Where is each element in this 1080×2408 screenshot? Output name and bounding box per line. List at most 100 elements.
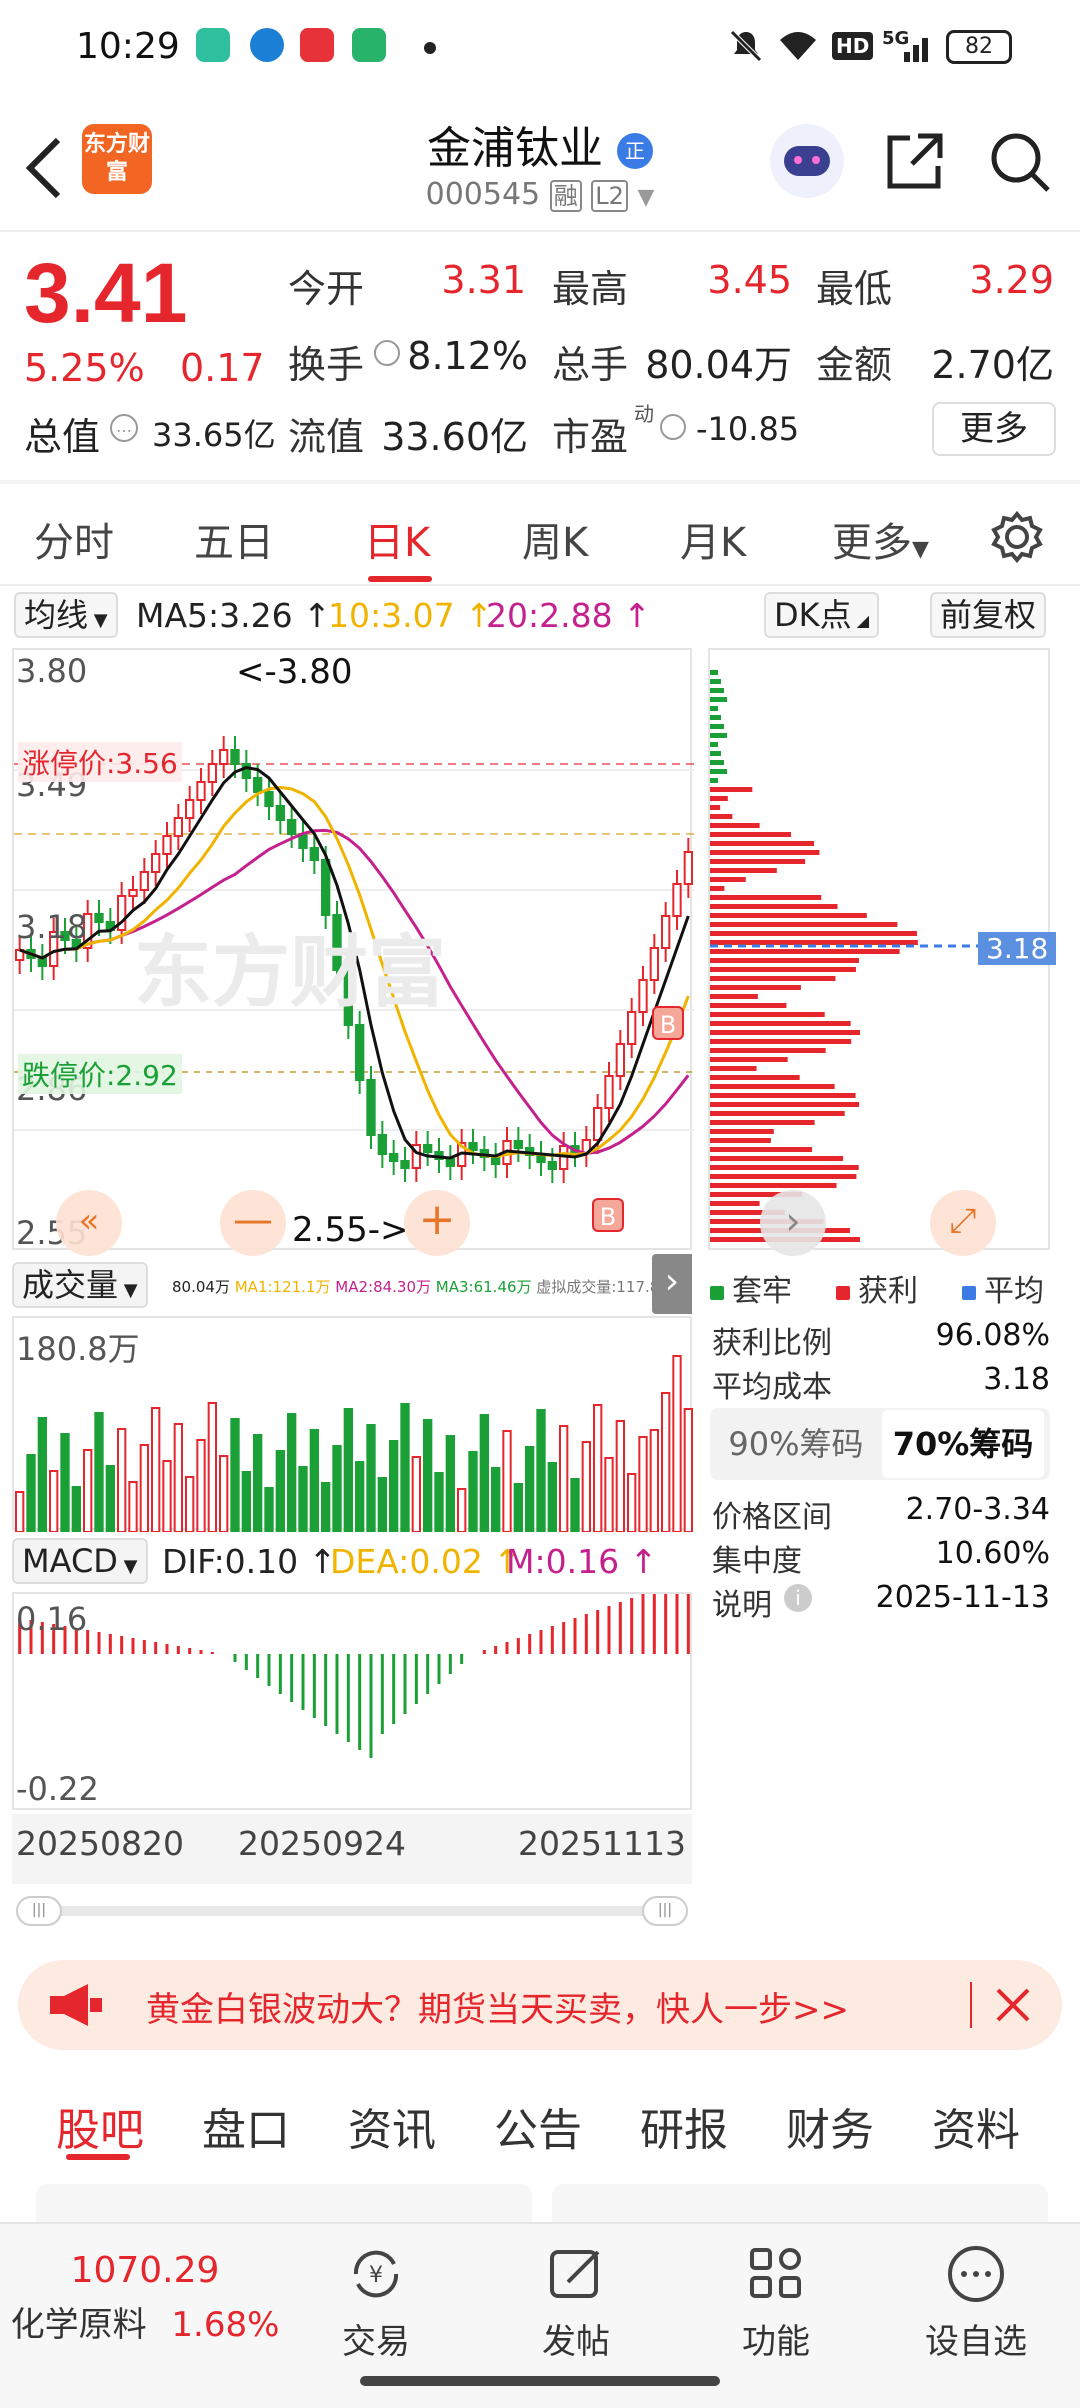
add-watchlist-button[interactable]: 设自选 xyxy=(906,2244,1046,2363)
volume-bar xyxy=(400,1403,410,1533)
share-icon[interactable] xyxy=(882,130,946,194)
post-button[interactable]: 发帖 xyxy=(506,2244,646,2363)
macd-chart[interactable]: 0.16 -0.22 xyxy=(12,1578,692,1810)
volume-bar xyxy=(241,1471,252,1533)
signal-icon xyxy=(904,38,928,62)
price-range-value: 2.70-3.34 xyxy=(905,1492,1050,1527)
ai-assistant-icon[interactable] xyxy=(770,124,844,198)
sector-index[interactable]: 1070.29 化学原料 1.68% xyxy=(0,2250,290,2346)
chip-bar xyxy=(710,967,856,972)
chip-bar xyxy=(710,1156,844,1161)
chip-bar xyxy=(710,1147,813,1152)
volume-bar xyxy=(321,1482,331,1533)
search-icon[interactable] xyxy=(988,130,1052,194)
volume-max-label: 180.8万 xyxy=(16,1330,140,1368)
tab-five-day[interactable]: 五日 xyxy=(194,510,274,568)
tab-announcements[interactable]: 公告 xyxy=(494,2094,582,2158)
feed-card-right[interactable] xyxy=(552,2184,1048,2224)
volume-bar xyxy=(672,1355,682,1533)
close-icon[interactable] xyxy=(992,1984,1034,2026)
ma20-text: 20:2.88 xyxy=(486,596,613,635)
expand-icon[interactable]: ⤢ xyxy=(930,1190,996,1256)
market-cap-label: 总值 xyxy=(24,415,101,459)
volume-bar xyxy=(139,1444,149,1533)
volume-bar xyxy=(411,1456,421,1533)
range-scrollbar[interactable]: ||| ||| xyxy=(16,1896,688,1926)
yuan-exchange-icon: ¥ xyxy=(353,2250,399,2298)
chip-90-button[interactable]: 90%筹码 xyxy=(716,1410,876,1478)
status-bar: 10:29 HD 5G 82 xyxy=(0,0,1080,96)
volume-selector[interactable]: 成交量 ▼ xyxy=(12,1262,148,1308)
tab-more[interactable]: 更多▼ xyxy=(832,510,929,568)
volume-bar xyxy=(219,1455,229,1533)
volume-bar xyxy=(536,1409,546,1533)
volume-chart[interactable]: 180.8万 xyxy=(12,1316,694,1533)
y-label-3: 3.18 xyxy=(16,908,88,946)
chip-70-button[interactable]: 70%筹码 xyxy=(882,1410,1044,1478)
legend-profit-label: 获利 xyxy=(858,1274,918,1309)
tab-weekly-k[interactable]: 周K xyxy=(522,510,588,568)
volume-selector-label: 成交量 xyxy=(22,1266,119,1304)
tab-news[interactable]: 资讯 xyxy=(348,2094,436,2158)
volume-label: 总手 xyxy=(552,343,629,387)
add-watchlist-label: 设自选 xyxy=(925,2322,1027,2362)
volume-bar xyxy=(638,1436,648,1533)
chip-next-icon[interactable]: › xyxy=(760,1190,826,1256)
feed-card-left[interactable] xyxy=(36,2184,532,2224)
kline-chart[interactable]: 东方财富 3.80 3.49 3.18 2.86 2.55 涨停价:3.56 跌… xyxy=(12,648,694,1256)
trade-button[interactable]: ¥ 交易 xyxy=(306,2244,446,2363)
ma-selector[interactable]: 均线 ▼ xyxy=(14,592,118,638)
legend-average-label: 平均 xyxy=(984,1274,1044,1309)
note-date-value: 2025-11-13 xyxy=(875,1580,1050,1615)
candle-body xyxy=(627,1011,637,1045)
zoom-out-button[interactable]: — xyxy=(220,1190,286,1256)
range-handle-right[interactable]: ||| xyxy=(642,1896,688,1926)
volume-bar xyxy=(389,1440,399,1533)
chip-bar xyxy=(710,814,733,819)
tab-daily-k[interactable]: 日K xyxy=(364,510,430,568)
zoom-in-button[interactable]: + xyxy=(404,1190,470,1256)
tab-profile[interactable]: 资料 xyxy=(932,2094,1020,2158)
functions-button[interactable]: 功能 xyxy=(706,2244,846,2363)
tab-financials[interactable]: 财务 xyxy=(786,2094,874,2158)
volume-bar xyxy=(491,1467,501,1533)
pe-info-icon[interactable] xyxy=(660,414,686,440)
change-amount: 0.17 xyxy=(180,346,265,390)
buy-marker-2[interactable]: B xyxy=(592,1198,624,1232)
macd-selector[interactable]: MACD ▼ xyxy=(12,1538,148,1584)
tab-monthly-k[interactable]: 月K xyxy=(680,510,746,568)
tab-research[interactable]: 研报 xyxy=(640,2094,728,2158)
settings-gear-icon[interactable] xyxy=(990,510,1044,564)
market-cap-value: 33.65亿 xyxy=(152,416,276,454)
info-icon[interactable]: … xyxy=(110,414,138,442)
ma5-text: MA5:3.26 xyxy=(136,596,293,635)
chip-distribution-chart[interactable]: 3.18 › ⤢ xyxy=(708,648,1057,1256)
dk-point-button[interactable]: DK点 ◢ xyxy=(764,592,880,638)
adjust-button[interactable]: 前复权 xyxy=(930,592,1047,638)
scroll-left-button[interactable]: « xyxy=(56,1190,122,1256)
tab-order-book[interactable]: 盘口 xyxy=(202,2094,290,2158)
turnover-info-icon[interactable] xyxy=(374,340,400,366)
buy-marker[interactable]: B xyxy=(652,1006,684,1040)
candle-body xyxy=(139,871,149,891)
chip-bar xyxy=(710,769,727,774)
range-handle-left[interactable]: ||| xyxy=(16,1896,62,1926)
note-info-icon[interactable]: i xyxy=(784,1584,812,1612)
volume-bar xyxy=(264,1487,274,1533)
header-divider xyxy=(0,230,1080,232)
chip-bar xyxy=(710,949,900,954)
volume-bar xyxy=(559,1425,569,1533)
more-button[interactable]: 更多 xyxy=(932,402,1056,456)
candle-body xyxy=(321,859,331,916)
volume-bar xyxy=(37,1417,47,1533)
sector-index-line: 化学原料 1.68% xyxy=(0,2297,290,2346)
panel-expand-arrow-icon[interactable]: › xyxy=(652,1254,692,1314)
tab-forum[interactable]: 股吧 xyxy=(56,2094,144,2158)
sector-index-change: 1.68% xyxy=(171,2305,280,2345)
profit-swatch xyxy=(836,1285,850,1300)
candle-body xyxy=(389,1153,399,1162)
chip-bar xyxy=(710,1039,852,1044)
tab-intraday[interactable]: 分时 xyxy=(34,510,114,568)
open-value: 3.31 xyxy=(441,258,526,302)
promo-banner[interactable]: 黄金白银波动大？期货当天买卖，快人一步>> xyxy=(18,1960,1062,2050)
